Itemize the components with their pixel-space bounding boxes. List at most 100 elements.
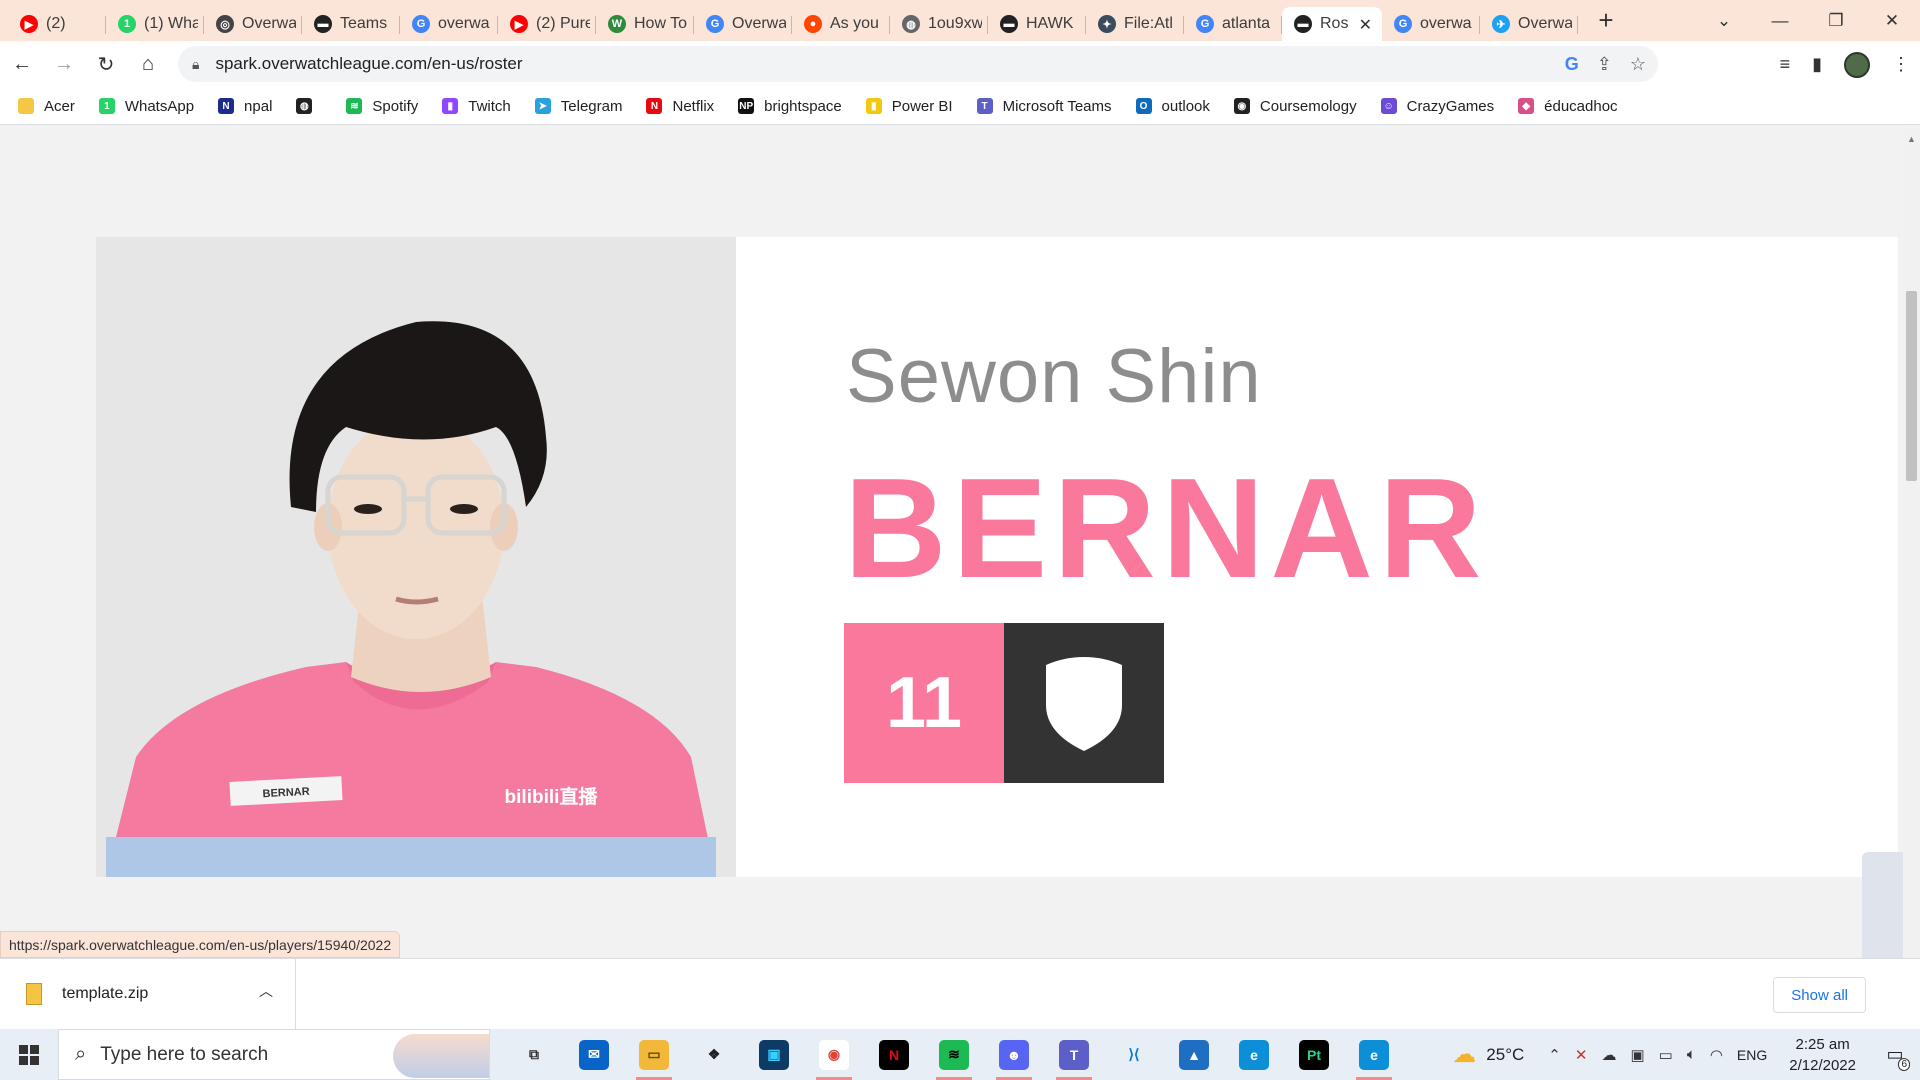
address-bar[interactable]: 🔒︎ spark.overwatchleague.com/en-us/roste… [178, 46, 1658, 82]
scroll-up-arrow-icon[interactable]: ▲ [1907, 134, 1916, 144]
tab-search-icon[interactable]: ⌄ [1696, 0, 1752, 41]
weather-widget[interactable]: ☁ 25°C [1452, 1040, 1524, 1069]
bookmark-item[interactable]: ≋ Spotify [346, 98, 418, 115]
bookmark-icon: T [976, 98, 993, 114]
browser-tab[interactable]: ✈ Overwa [1480, 7, 1578, 41]
browser-tab[interactable]: ◍ 1ou9xw [890, 7, 988, 41]
language-indicator[interactable]: ENG [1737, 1047, 1767, 1063]
close-window-button[interactable]: ✕ [1864, 0, 1920, 41]
share-icon[interactable]: ⇪ [1597, 54, 1612, 75]
scroll-thumb[interactable] [1906, 291, 1917, 481]
taskbar-app[interactable]: ⟩⟨ [1104, 1029, 1164, 1080]
bookmark-item[interactable]: ▮ Twitch [442, 98, 511, 115]
browser-tab[interactable]: Gatlanta [1184, 7, 1282, 41]
bookmark-item[interactable]: ▮ Power BI [865, 98, 953, 115]
taskbar-app[interactable]: ⧉ [504, 1029, 564, 1080]
google-icon: G [706, 15, 724, 33]
battery-icon[interactable]: ▭ [1659, 1046, 1673, 1064]
chevron-up-icon[interactable]: ︿ [259, 981, 273, 1001]
notification-center-icon[interactable]: ▭ 6 [1878, 1038, 1912, 1072]
page-scrollbar[interactable]: ▲ [1903, 126, 1920, 958]
google-lens-icon[interactable]: G [1565, 54, 1579, 75]
browser-tab[interactable]: ▬ HAWK [988, 7, 1086, 41]
player-card: BERNAR bilibili直播 Sewon Shin BERNAR 11 [96, 237, 1898, 877]
bookmark-item[interactable]: Nnpal [218, 98, 272, 115]
taskbar-app[interactable]: ▣ [744, 1029, 804, 1080]
vscode-icon: ⟩⟨ [1119, 1039, 1149, 1070]
restore-button[interactable]: ❐ [1808, 0, 1864, 41]
taskbar-app[interactable]: N [864, 1029, 924, 1080]
taskbar-app[interactable]: ◉ [804, 1029, 864, 1080]
lock-icon[interactable]: 🔒︎ [192, 56, 199, 73]
forward-button[interactable]: → [44, 45, 84, 85]
meet-now-icon[interactable]: ▣ [1630, 1046, 1644, 1064]
bookmark-item[interactable]: ☺ CrazyGames [1380, 98, 1494, 115]
browser-tab[interactable]: ✦ File:Atl [1086, 7, 1184, 41]
bookmark-item[interactable]: ➤ Telegram [534, 98, 622, 115]
back-button[interactable]: ← [2, 45, 42, 85]
reddit-icon: ● [804, 15, 822, 33]
window-controls: ⌄ — ❐ ✕ [1696, 0, 1920, 41]
side-panel-icon[interactable]: ▮ [1812, 54, 1822, 75]
browser-tab[interactable]: ▶ (2) [8, 7, 106, 41]
taskbar-app[interactable]: Pt [1284, 1029, 1344, 1080]
taskbar-app[interactable]: ▲ [1164, 1029, 1224, 1080]
taskbar-app[interactable]: ≋ [924, 1029, 984, 1080]
browser-tab[interactable]: ▬ Teams [302, 7, 400, 41]
close-tab-icon[interactable]: ✕ [1359, 15, 1372, 35]
bookmark-item[interactable]: Ooutlook [1135, 98, 1210, 115]
taskbar-app[interactable]: ▭ [624, 1029, 684, 1080]
taskbar-app[interactable]: e [1224, 1029, 1284, 1080]
start-button[interactable] [0, 1029, 58, 1080]
network-error-icon[interactable]: ✕ [1575, 1046, 1588, 1064]
bookmark-icon: 1 [98, 98, 115, 114]
home-button[interactable]: ⌂ [128, 45, 168, 85]
download-item[interactable]: template.zip ︿ [0, 959, 296, 1029]
browser-tab[interactable]: 1 (1) Wha [106, 7, 204, 41]
bookmark-item[interactable]: ◍ [296, 98, 322, 114]
clock[interactable]: 2:25 am 2/12/2022 [1789, 1034, 1856, 1076]
browser-tab[interactable]: Goverwa [400, 7, 498, 41]
wifi-icon[interactable]: ◠ [1710, 1046, 1723, 1064]
bookmark-item[interactable]: ◆ éducadhoc [1518, 97, 1618, 115]
tab-label: HAWK [1026, 15, 1074, 32]
url-text[interactable]: spark.overwatchleague.com/en-us/roster [215, 54, 522, 74]
bookmark-item[interactable]: ◉ Coursemology [1233, 98, 1357, 115]
browser-tab[interactable]: ▶ (2) Pure [498, 7, 596, 41]
download-file-name[interactable]: template.zip [62, 985, 148, 1003]
media-control-icon[interactable]: ≡ [1780, 54, 1791, 75]
new-tab-button[interactable]: + [1586, 4, 1626, 38]
bookmark-item[interactable]: N Netflix [646, 98, 714, 115]
taskbar-app[interactable]: ✉ [564, 1029, 624, 1080]
taskbar-search-box[interactable]: ⌕ Type here to search [58, 1029, 490, 1080]
onedrive-cloud-icon[interactable]: ☁ [1601, 1046, 1616, 1064]
taskbar-app[interactable]: ☻ [984, 1029, 1044, 1080]
bookmark-item[interactable]: 1 WhatsApp [98, 98, 194, 115]
browser-tab[interactable]: ◎ Overwa [204, 7, 302, 41]
tab-active[interactable]: ▬ Ros ✕ [1282, 7, 1382, 41]
browser-tab[interactable]: Goverwa [1382, 7, 1480, 41]
profile-avatar[interactable] [1844, 51, 1870, 78]
bookmark-icon: NP [738, 98, 755, 114]
browser-tab[interactable]: W How To [596, 7, 694, 41]
task-view-icon: ⧉ [519, 1039, 549, 1070]
edge-icon: e [1239, 1039, 1269, 1070]
volume-icon[interactable]: 🔈︎ [1687, 1046, 1696, 1063]
bookmark-item[interactable]: T Microsoft Teams [976, 98, 1112, 115]
bookmark-item[interactable]: NP brightspace [738, 98, 842, 115]
bookmark-star-icon[interactable]: ☆ [1630, 54, 1646, 75]
taskbar-app[interactable]: T [1044, 1029, 1104, 1080]
bookmark-icon: ▮ [442, 98, 459, 114]
bookmark-label: éducadhoc [1544, 97, 1618, 115]
taskbar-app[interactable]: e [1344, 1029, 1404, 1080]
menu-icon[interactable]: ⋮ [1892, 54, 1910, 75]
browser-tab[interactable]: G Overwa [694, 7, 792, 41]
reload-button[interactable]: ↻ [86, 45, 126, 85]
minimize-button[interactable]: — [1752, 0, 1808, 41]
taskbar-app[interactable]: ❖ [684, 1029, 744, 1080]
tab-label: atlanta [1222, 15, 1271, 32]
show-all-button[interactable]: Show all [1773, 977, 1866, 1013]
chevron-up-icon[interactable]: ⌃ [1548, 1046, 1561, 1064]
browser-tab[interactable]: ● As you [792, 7, 890, 41]
bookmark-item[interactable]: Acer [18, 98, 75, 115]
